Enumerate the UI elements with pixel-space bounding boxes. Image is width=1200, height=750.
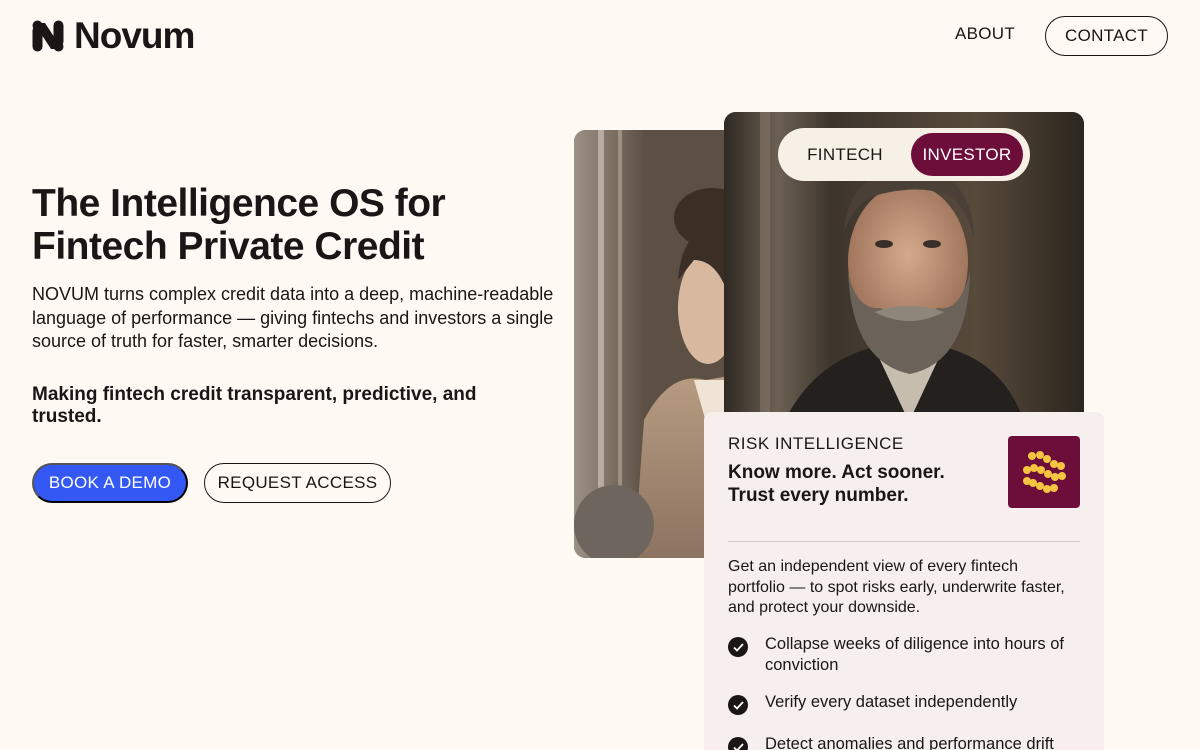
check-circle-icon <box>728 637 748 657</box>
hero-description: NOVUM turns complex credit data into a d… <box>32 284 554 351</box>
card-headline: Know more. Act sooner. Trust every numbe… <box>728 462 945 506</box>
feature-text: Collapse weeks of diligence into hours o… <box>765 635 1065 674</box>
feature-item: Verify every dataset independently <box>728 692 1080 715</box>
feature-item: Collapse weeks of diligence into hours o… <box>728 634 1080 676</box>
novum-n-logo-icon <box>32 20 64 52</box>
check-circle-icon <box>728 695 748 715</box>
card-label: RISK INTELLIGENCE <box>728 434 904 453</box>
request-access-button[interactable]: REQUEST ACCESS <box>204 463 391 503</box>
contact-button[interactable]: CONTACT <box>1045 16 1168 56</box>
hero-title: The Intelligence OS for Fintech Private … <box>32 182 446 268</box>
dotted-wave-icon <box>1023 451 1066 493</box>
card-divider <box>728 541 1080 542</box>
hero-tagline: Making fintech credit transparent, predi… <box>32 384 477 427</box>
feature-text: Verify every dataset independently <box>765 693 1018 711</box>
toggle-investor[interactable]: INVESTOR <box>911 133 1023 176</box>
feature-text: Detect anomalies and performance drift <box>765 735 1054 750</box>
check-circle-icon <box>728 737 748 750</box>
card-description: Get an independent view of every fintech… <box>728 558 1065 616</box>
logo[interactable]: Novum <box>32 15 195 56</box>
book-demo-button[interactable]: BOOK A DEMO <box>32 463 188 503</box>
risk-intelligence-card: RISK INTELLIGENCE Know more. Act sooner.… <box>704 412 1104 750</box>
card-badge <box>1008 436 1080 508</box>
feature-item: Detect anomalies and performance drift <box>728 734 1080 750</box>
landing-page: Novum ABOUT CONTACT The Intelligence OS … <box>0 0 1200 750</box>
logo-text: Novum <box>74 15 195 56</box>
audience-toggle: FINTECH INVESTOR <box>778 128 1030 181</box>
nav-about-link[interactable]: ABOUT <box>955 24 1015 44</box>
toggle-fintech[interactable]: FINTECH <box>786 133 904 176</box>
